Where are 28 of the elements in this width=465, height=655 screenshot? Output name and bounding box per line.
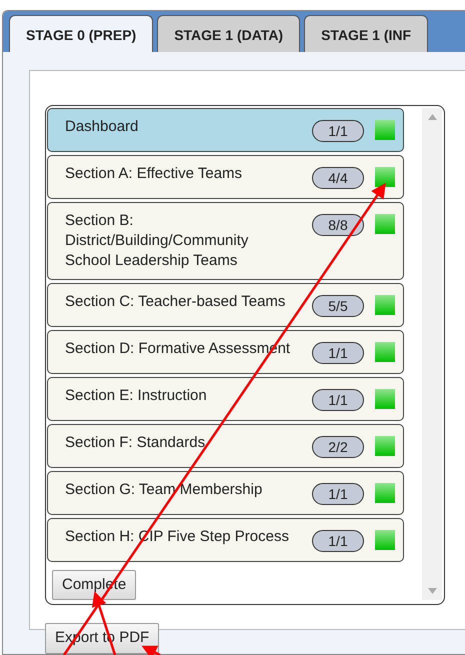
progress-count: 1/1 [312,482,364,504]
section-item[interactable]: Section E: Instruction 1/1 [47,376,404,420]
progress-count: 2/2 [312,436,364,458]
progress-count: 4/4 [312,167,364,189]
section-title: Section A: Effective Teams [65,164,244,184]
stage-tab[interactable]: STAGE 0 (PREP) [9,15,154,52]
section-title: Section E: Instruction [65,386,208,406]
progress-count: 5/5 [312,294,364,316]
progress-count: 1/1 [312,342,364,364]
scroll-up-icon[interactable] [428,114,436,120]
section-title: Section B: District/Building/Community School Leadership Teams [65,211,250,271]
progress-count: 1/1 [312,530,364,552]
progress-count: 1/1 [312,388,364,410]
scroll-down-icon[interactable] [428,588,436,594]
stage-tab[interactable]: STAGE 1 (DATA) [157,15,300,52]
section-title: Section F: Standards [65,432,206,452]
section-title: Section C: Teacher-based Teams [65,292,286,312]
stage-tab[interactable]: STAGE 1 (INF [304,15,428,52]
section-title: Section G: Team Membership [65,480,264,500]
section-title: Dashboard [65,117,140,137]
section-item[interactable]: Section F: Standards 2/2 [47,424,404,468]
progress-count: 1/1 [312,120,364,142]
section-item[interactable]: Dashboard 1/1 [47,108,404,152]
section-item[interactable]: Section G: Team Membership 1/1 [47,470,404,514]
section-item[interactable]: Section B: District/Building/Community School Leadership Teams 8/8 [47,202,404,280]
section-item[interactable]: Section A: Effective Teams 4/4 [47,155,404,199]
section-item[interactable]: Section C: Teacher-based Teams 5/5 [47,282,404,326]
progress-count: 8/8 [312,214,364,236]
